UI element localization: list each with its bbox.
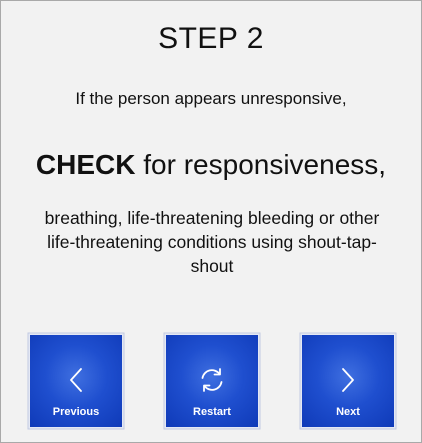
headline-action-word: CHECK [35, 149, 136, 180]
chevron-right-icon [302, 365, 394, 395]
next-button-label: Next [336, 406, 360, 418]
refresh-icon [166, 365, 258, 395]
previous-button-label: Previous [52, 406, 100, 418]
step-detail: breathing, life-threatening bleeding or … [44, 208, 380, 276]
restart-button-label: Restart [193, 406, 231, 418]
headline-rest: for responsiveness, [135, 149, 387, 180]
restart-button[interactable]: Restart [166, 335, 258, 427]
step-title: STEP 2 [158, 22, 264, 55]
next-button[interactable]: Next [302, 335, 394, 427]
chevron-left-icon [30, 365, 122, 395]
step-headline: CHECK for responsiveness, [1, 149, 421, 181]
step-intro: If the person appears unresponsive, [75, 89, 347, 108]
step-card: STEP 2 If the person appears unresponsiv… [0, 0, 422, 443]
previous-button[interactable]: Previous [30, 335, 122, 427]
